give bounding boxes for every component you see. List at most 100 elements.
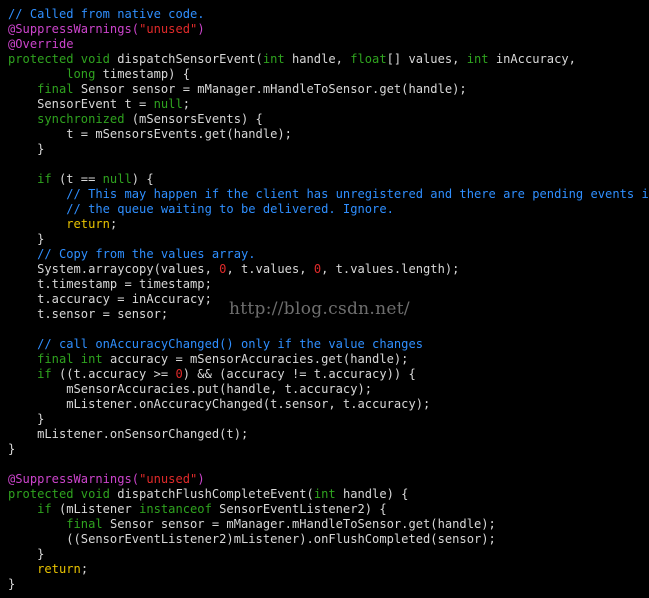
code-token-plain: , t.values, (226, 262, 314, 276)
code-line: // Called from native code. (8, 7, 649, 22)
code-line: ((SensorEventListener2)mListener).onFlus… (8, 532, 649, 547)
code-token-plain: ((SensorEventListener2)mListener).onFlus… (8, 532, 496, 546)
code-token-plain: inAccuracy, (495, 52, 576, 66)
code-token-plain: ; (182, 97, 191, 111)
code-token-return-keyword: return (66, 217, 110, 231)
code-token-comment: // the queue waiting to be delivered. Ig… (66, 202, 394, 216)
code-line: if ((t.accuracy >= 0) && (accuracy != t.… (8, 367, 649, 382)
code-line: } (8, 442, 649, 457)
code-token-plain: mListener.onAccuracyChanged(t.sensor, t.… (8, 397, 431, 411)
code-line: // This may happen if the client has unr… (8, 187, 649, 202)
code-line: SensorEvent t = null; (8, 97, 649, 112)
code-line: mSensorAccuracies.put(handle, t.accuracy… (8, 382, 649, 397)
code-line: protected void dispatchSensorEvent(int h… (8, 52, 649, 67)
code-line: @SuppressWarnings("unused") (8, 22, 649, 37)
code-token-annotation: ) (197, 472, 205, 486)
code-token-annotation: @Override (8, 37, 74, 51)
code-token-keyword: if (37, 367, 59, 381)
code-token-plain: ((t.accuracy >= (58, 367, 176, 381)
code-token-keyword: final (66, 517, 110, 531)
code-editor[interactable]: // Called from native code. @SuppressWarn… (0, 0, 649, 598)
code-token-plain: } (8, 547, 45, 561)
code-line: protected void dispatchFlushCompleteEven… (8, 487, 649, 502)
code-line: mListener.onAccuracyChanged(t.sensor, t.… (8, 397, 649, 412)
code-token-plain: } (8, 577, 16, 591)
code-token-plain: (mSensorsEvents) { (131, 112, 263, 126)
code-token-plain: t.timestamp = timestamp; (8, 277, 212, 291)
code-token-plain: SensorEvent t = (8, 97, 154, 111)
code-token-number: 0 (175, 367, 183, 381)
code-token-plain: SensorEventListener2) { (219, 502, 387, 516)
code-token-keyword: int (313, 487, 343, 501)
code-line: return; (8, 562, 649, 577)
code-line: } (8, 142, 649, 157)
code-token-plain: dispatchFlushCompleteEvent( (117, 487, 314, 501)
code-token-plain: mSensorAccuracies.put(handle, t.accuracy… (8, 382, 373, 396)
code-token-keyword: protected void (8, 487, 118, 501)
code-token-string: "unused" (139, 472, 198, 486)
code-token-plain: (t == (58, 172, 103, 186)
code-token-keyword: final (37, 82, 81, 96)
code-token-plain: t.accuracy = inAccuracy; (8, 292, 212, 306)
code-token-plain: Sensor sensor = mManager.mHandleToSensor… (109, 517, 496, 531)
code-token-plain: handle, (291, 52, 351, 66)
code-token-plain: } (8, 232, 45, 246)
code-token-plain: ) { (131, 172, 154, 186)
code-token-plain: timestamp) { (102, 67, 191, 81)
code-line: final Sensor sensor = mManager.mHandleTo… (8, 82, 649, 97)
code-token-plain: t = mSensorsEvents.get(handle); (8, 127, 292, 141)
code-token-keyword: null (102, 172, 132, 186)
code-token-plain: ) && (accuracy != t.accuracy)) { (182, 367, 416, 381)
code-line: System.arraycopy(values, 0, t.values, 0,… (8, 262, 649, 277)
code-line: } (8, 232, 649, 247)
code-token-plain: [] values, (386, 52, 467, 66)
code-token-plain: dispatchSensorEvent( (117, 52, 263, 66)
code-token-plain: accuracy = mSensorAccuracies.get(handle)… (109, 352, 409, 366)
code-token-comment: // Called from native code. (8, 7, 205, 21)
code-token-keyword: synchronized (37, 112, 132, 126)
code-line: synchronized (mSensorsEvents) { (8, 112, 649, 127)
code-line: t.timestamp = timestamp; (8, 277, 649, 292)
code-line: return; (8, 217, 649, 232)
code-token-plain: } (8, 412, 45, 426)
code-line: @SuppressWarnings("unused") (8, 472, 649, 487)
code-token-keyword: float (350, 52, 387, 66)
code-line: mListener.onSensorChanged(t); (8, 427, 649, 442)
code-token-comment: // call onAccuracyChanged() only if the … (37, 337, 424, 351)
code-token-plain: System.arraycopy(values, (8, 262, 220, 276)
code-token-keyword: int (262, 52, 292, 66)
code-token-plain: Sensor sensor = mManager.mHandleToSensor… (80, 82, 467, 96)
code-token-keyword: null (153, 97, 183, 111)
code-line: @Override (8, 37, 649, 52)
code-token-plain: (mListener (58, 502, 140, 516)
code-token-plain: handle) { (342, 487, 409, 501)
code-line: } (8, 577, 649, 592)
code-token-plain: t.sensor = sensor; (8, 307, 169, 321)
code-token-number: 0 (313, 262, 322, 276)
code-token-keyword: if (37, 502, 59, 516)
code-token-annotation: @SuppressWarnings( (8, 22, 140, 36)
code-token-keyword: long (66, 67, 103, 81)
code-line: final Sensor sensor = mManager.mHandleTo… (8, 517, 649, 532)
code-token-keyword: instanceof (139, 502, 220, 516)
code-token-plain: } (8, 442, 16, 456)
code-token-annotation: @SuppressWarnings( (8, 472, 140, 486)
code-token-plain: } (8, 142, 45, 156)
code-line: } (8, 412, 649, 427)
code-token-keyword: final int (37, 352, 110, 366)
